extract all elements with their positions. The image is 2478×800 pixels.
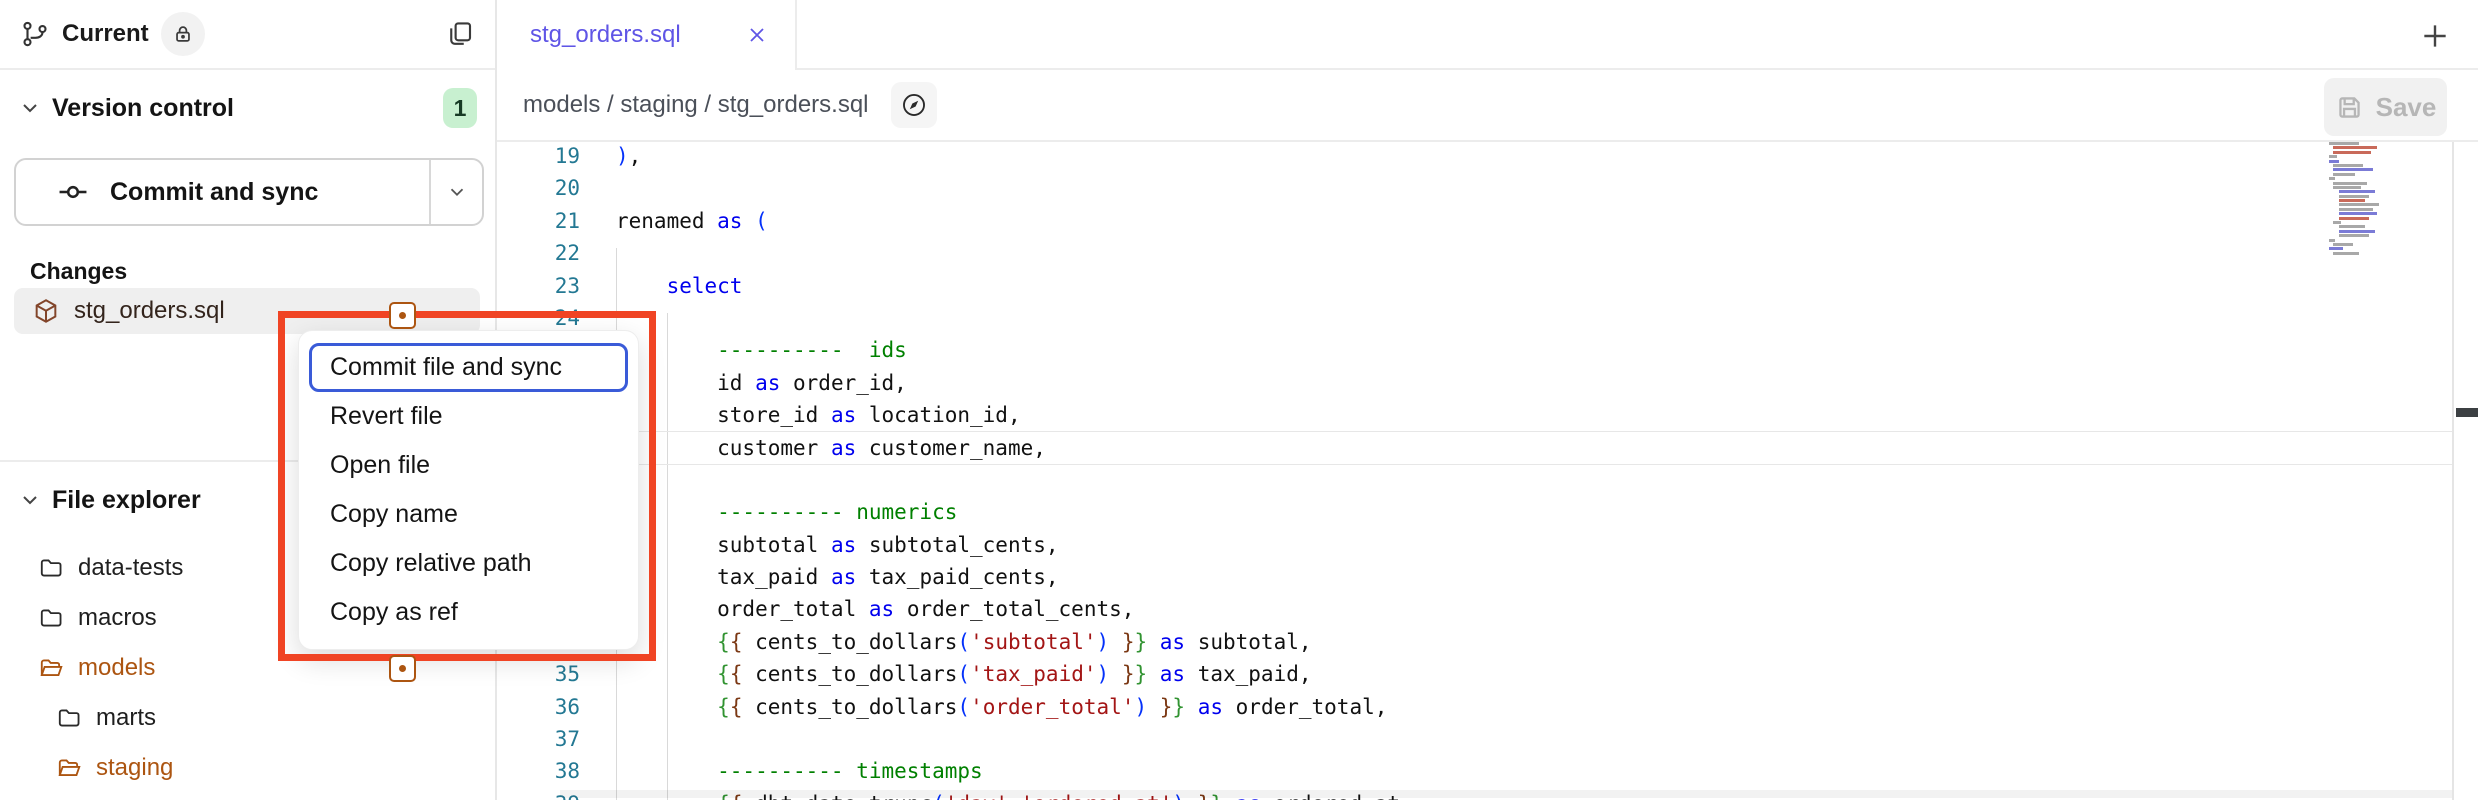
tree-item-label: macros (78, 604, 157, 632)
folder-open-icon (38, 655, 64, 681)
code-line: subtotal as subtotal_cents, (616, 529, 1400, 561)
modified-indicator-icon (389, 655, 416, 682)
branch-header: Current (0, 0, 495, 70)
branch-lock-badge (161, 12, 205, 56)
version-control-section-header[interactable]: Version control 1 (0, 84, 495, 132)
code-line: tax_paid as tax_paid_cents, (616, 561, 1400, 593)
save-button[interactable]: Save (2324, 78, 2447, 136)
lineage-button[interactable] (891, 82, 937, 128)
lineage-compass-icon (900, 91, 928, 119)
line-number: 36 (497, 691, 580, 723)
tree-item-label: staging (96, 754, 173, 782)
changes-section-title: Changes (30, 258, 127, 285)
code-line: customer as customer_name, (616, 432, 1400, 464)
branch-name: Current (62, 20, 149, 48)
code-line: order_total as order_total_cents, (616, 593, 1400, 625)
menu-item-copy-relative-path[interactable]: Copy relative path (309, 539, 628, 588)
menu-item-revert-file[interactable]: Revert file (309, 392, 628, 441)
code-content[interactable]: ), renamed as ( select ---------- ids id … (616, 140, 1400, 800)
menu-item-open-file[interactable]: Open file (309, 441, 628, 490)
breadcrumb: models / staging / stg_orders.sql (523, 91, 869, 119)
folder-icon (38, 605, 64, 631)
breadcrumb-row: models / staging / stg_orders.sql (497, 70, 2478, 142)
tab-bar: stg_orders.sql (497, 0, 2478, 70)
plus-icon (2419, 20, 2451, 52)
folder-icon (38, 555, 64, 581)
code-line (616, 464, 1400, 496)
code-line: {{ cents_to_dollars('order_total') }} as… (616, 691, 1400, 723)
dbt-ide-app: Current (0, 0, 2478, 800)
commit-button-label: Commit and sync (110, 178, 318, 207)
file-explorer-title: File explorer (52, 486, 201, 515)
line-number: 22 (497, 237, 580, 269)
code-line: ---------- numerics (616, 496, 1400, 528)
code-line: {{ cents_to_dollars('tax_paid') }} as ta… (616, 658, 1400, 690)
chevron-down-icon (18, 488, 42, 512)
code-line: ), (616, 140, 1400, 172)
line-number: 37 (497, 723, 580, 755)
line-number: 21 (497, 205, 580, 237)
tree-item-label: models (78, 654, 155, 682)
new-tab-button[interactable] (2417, 18, 2453, 54)
chevron-down-icon (446, 181, 468, 203)
code-line: renamed as ( (616, 205, 1400, 237)
folder-icon (56, 705, 82, 731)
save-floppy-icon (2335, 93, 2364, 122)
current-line-border-bottom (590, 464, 2452, 465)
chevron-down-icon (18, 96, 42, 120)
indent-guide (667, 313, 668, 800)
commit-icon (56, 175, 90, 209)
line-number: 20 (497, 172, 580, 204)
copy-icon[interactable] (445, 19, 475, 49)
code-line (616, 302, 1400, 334)
code-line: {{ cents_to_dollars('subtotal') }} as su… (616, 626, 1400, 658)
lock-icon (172, 23, 194, 45)
file-context-menu: Commit file and syncRevert fileOpen file… (298, 330, 639, 650)
changed-file-name: stg_orders.sql (74, 297, 225, 325)
tab-stg-orders[interactable]: stg_orders.sql (497, 0, 797, 70)
menu-item-copy-as-ref[interactable]: Copy as ref (309, 588, 628, 637)
tree-item-marts[interactable]: marts (0, 693, 495, 743)
code-editor[interactable]: 1920212223242526272829303132333435363738… (497, 142, 2478, 800)
line-number: 23 (497, 270, 580, 302)
branch-icon (20, 19, 50, 49)
changes-count-badge: 1 (443, 88, 477, 128)
line-number: 38 (497, 755, 580, 787)
tab-title: stg_orders.sql (530, 21, 681, 49)
code-line: select (616, 270, 1400, 302)
code-line (616, 172, 1400, 204)
code-line: ---------- timestamps (616, 755, 1400, 787)
close-icon[interactable] (745, 23, 769, 47)
tree-item-models[interactable]: models (0, 643, 495, 693)
code-line: store_id as location_id, (616, 399, 1400, 431)
line-number: 35 (497, 658, 580, 690)
tree-item-label: marts (96, 704, 156, 732)
save-button-label: Save (2376, 92, 2437, 123)
tree-item-label: data-tests (78, 554, 183, 582)
menu-item-commit-file-and-sync[interactable]: Commit file and sync (309, 343, 628, 392)
code-line (616, 723, 1400, 755)
editor-pane: stg_orders.sql models / staging / stg_or… (497, 0, 2478, 800)
current-line-border-top (590, 431, 2452, 432)
minimap[interactable] (2329, 142, 2449, 260)
model-cube-icon (32, 297, 60, 325)
code-line (616, 237, 1400, 269)
overview-ruler[interactable] (2452, 142, 2478, 800)
code-line: ---------- ids (616, 334, 1400, 366)
modified-indicator-icon (389, 302, 416, 329)
menu-item-copy-name[interactable]: Copy name (309, 490, 628, 539)
commit-and-sync-button[interactable]: Commit and sync (14, 158, 484, 226)
commit-options-dropdown[interactable] (429, 160, 482, 224)
code-line: id as order_id, (616, 367, 1400, 399)
version-control-title: Version control (52, 94, 234, 123)
ruler-cursor-marker (2456, 408, 2478, 417)
folder-open-icon (56, 755, 82, 781)
tree-item-staging[interactable]: staging (0, 743, 495, 793)
line-number: 19 (497, 140, 580, 172)
editor-bottom-shadow (560, 790, 2452, 798)
